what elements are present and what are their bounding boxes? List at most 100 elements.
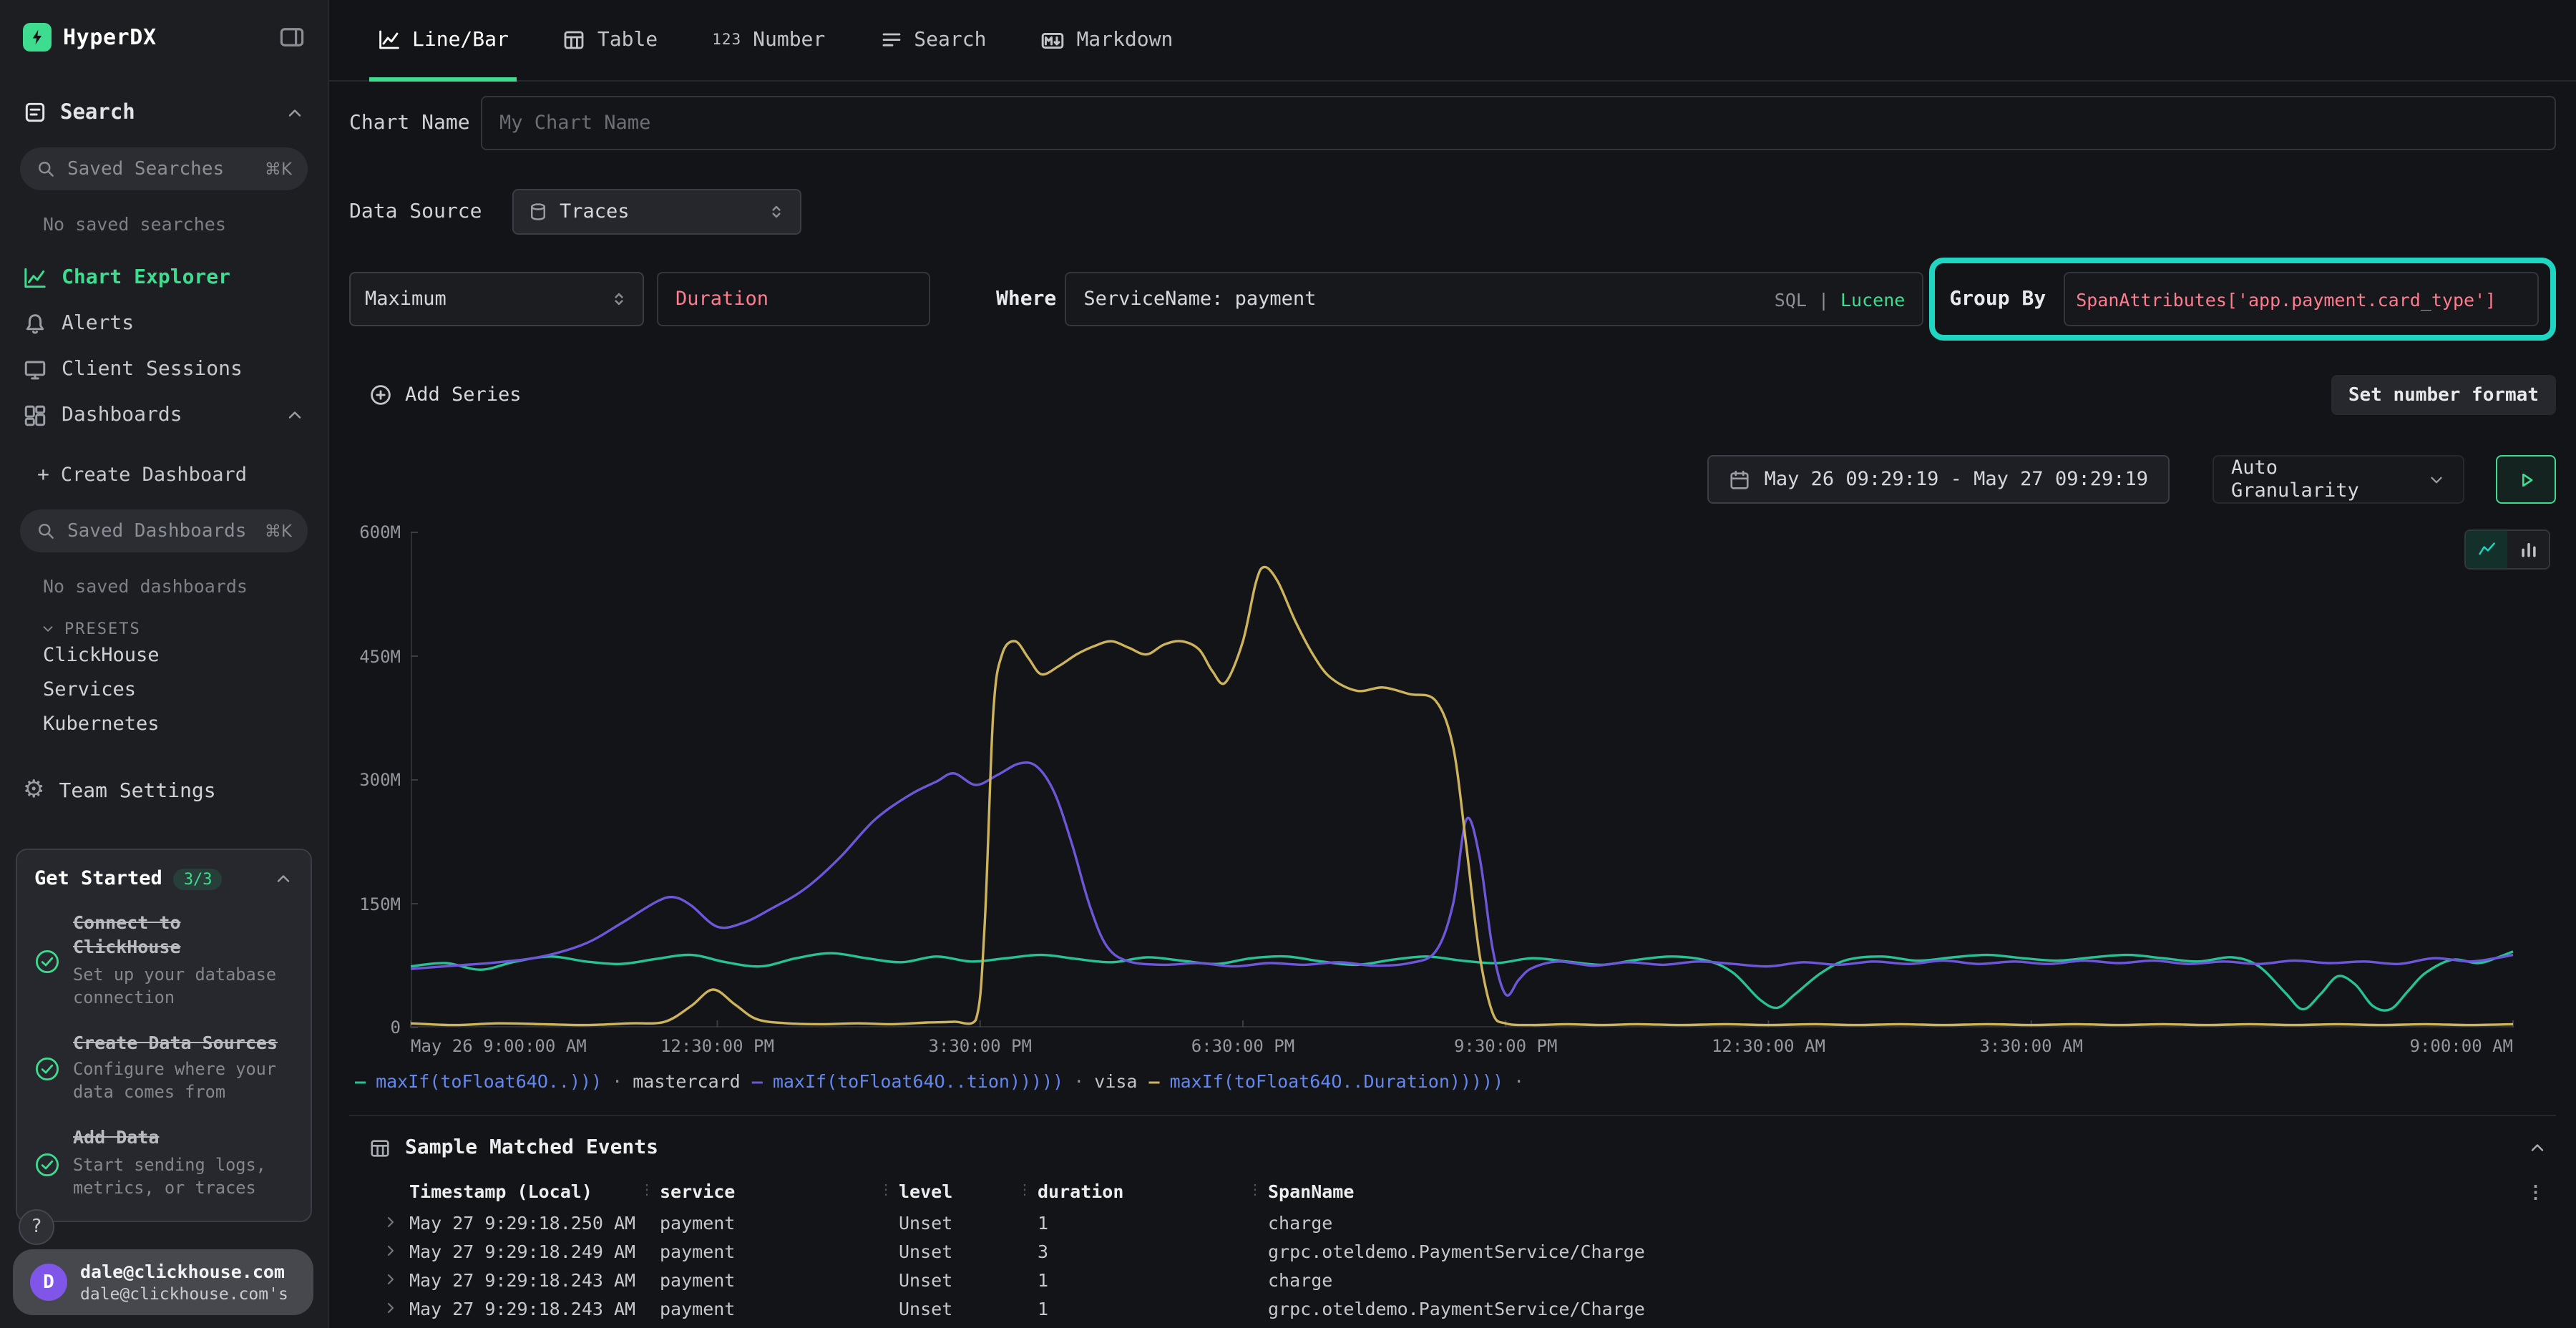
cell-level: Unset <box>899 1297 1038 1319</box>
expand-row-icon[interactable] <box>372 1299 409 1317</box>
tab-search[interactable]: Search <box>871 0 995 80</box>
column-settings-icon[interactable]: ⋮ <box>2504 1180 2556 1201</box>
set-number-format-button[interactable]: Set number format <box>2331 375 2556 415</box>
group-by-input[interactable] <box>2063 272 2539 326</box>
where-search-box[interactable]: SQL | Lucene <box>1065 272 1923 326</box>
sidebar-item-chart-explorer[interactable]: Chart Explorer <box>0 255 328 301</box>
drag-handle-icon[interactable]: ⋮ <box>879 1183 893 1198</box>
tab-line-bar[interactable]: Line/Bar <box>369 0 517 80</box>
group-by-label: Group By <box>1949 288 2046 311</box>
get-started-item-title: Add Data <box>73 1127 293 1151</box>
plus-circle-icon <box>369 384 392 406</box>
tab-markdown[interactable]: Markdown <box>1032 0 1181 80</box>
get-started-item[interactable]: Create Data Sources Configure where your… <box>34 1031 293 1105</box>
x-tick-label: 12:30:00 AM <box>1712 1036 1825 1056</box>
run-query-button[interactable] <box>2496 455 2556 504</box>
tab-number[interactable]: 123 Number <box>703 0 834 80</box>
bar-chart-toggle[interactable] <box>2507 531 2549 568</box>
sidebar-header: HyperDX <box>0 0 328 52</box>
check-circle-icon <box>34 1032 60 1105</box>
get-started-card: Get Started 3/3 Connect to ClickHouse Se… <box>16 849 312 1222</box>
check-circle-icon <box>34 1128 60 1201</box>
y-tick-label: 300M <box>359 770 401 790</box>
column-header-service[interactable]: ⋮service <box>660 1180 899 1201</box>
chart-canvas[interactable] <box>411 532 2513 1027</box>
main-content: Line/Bar Table 123 Number Search <box>329 0 2576 1328</box>
preset-kubernetes[interactable]: Kubernetes <box>0 707 328 741</box>
sidebar-collapse-button[interactable] <box>279 24 305 50</box>
table-row[interactable]: May 27 9:29:18.243 AM payment Unset 1 ch… <box>349 1265 2556 1294</box>
legend-entry[interactable]: — maxIf(toFloat64O..))) · mastercard <box>355 1070 741 1092</box>
sidebar-item-dashboards[interactable]: Dashboards <box>0 392 328 438</box>
column-header-level[interactable]: ⋮level <box>899 1180 1038 1201</box>
cell-timestamp: May 27 9:29:18.243 AM <box>409 1269 660 1290</box>
legend-marker: — <box>1149 1070 1160 1092</box>
x-tick-label: 3:30:00 PM <box>928 1036 1032 1056</box>
column-header-duration[interactable]: ⋮duration <box>1038 1180 1268 1201</box>
where-input[interactable] <box>1083 288 1762 311</box>
data-source-value: Traces <box>560 200 756 223</box>
progress-badge: 3/3 <box>174 868 223 889</box>
sidebar-item-label: Dashboards <box>62 404 182 426</box>
preset-clickhouse[interactable]: ClickHouse <box>0 638 328 673</box>
cell-level: Unset <box>899 1240 1038 1261</box>
get-started-item-title: Create Data Sources <box>73 1031 293 1055</box>
sidebar-item-label: Client Sessions <box>62 358 243 381</box>
search-section-header[interactable]: Search <box>0 100 328 125</box>
chevron-up-icon[interactable] <box>285 405 305 425</box>
brand[interactable]: HyperDX <box>23 23 157 52</box>
cell-spanname: grpc.oteldemo.PaymentService/Charge <box>1268 1297 2504 1319</box>
chart-area: 600M 450M 300M 150M 0 May 26 9:00:00 AM1… <box>349 509 2556 1059</box>
number-123-icon: 123 <box>712 31 741 49</box>
table-row[interactable]: May 27 9:29:18.250 AM payment Unset 1 ch… <box>349 1208 2556 1236</box>
tab-table[interactable]: Table <box>555 0 666 80</box>
drag-handle-icon[interactable]: ⋮ <box>1018 1183 1032 1198</box>
drag-handle-icon[interactable]: ⋮ <box>640 1183 654 1198</box>
preset-services[interactable]: Services <box>0 673 328 707</box>
chevron-up-icon[interactable] <box>285 102 305 122</box>
data-source-select[interactable]: Traces <box>512 189 801 235</box>
tab-label: Table <box>597 29 658 52</box>
lucene-language-toggle[interactable]: Lucene <box>1840 288 1905 310</box>
date-range-value: May 26 09:29:19 - May 27 09:29:19 <box>1765 468 2148 491</box>
chart-name-input[interactable] <box>481 96 2556 150</box>
sample-events-header[interactable]: Sample Matched Events <box>349 1116 2556 1173</box>
granularity-select[interactable]: Auto Granularity <box>2212 455 2464 504</box>
field-input[interactable] <box>657 272 930 326</box>
sql-language-toggle[interactable]: SQL <box>1775 288 1807 310</box>
date-range-picker[interactable]: May 26 09:29:19 - May 27 09:29:19 <box>1707 455 2170 504</box>
create-dashboard-button[interactable]: + Create Dashboard <box>37 464 305 487</box>
expand-row-icon[interactable] <box>372 1214 409 1231</box>
sidebar-item-alerts[interactable]: Alerts <box>0 301 328 346</box>
line-chart-toggle[interactable] <box>2466 531 2507 568</box>
x-tick-label: 12:30:00 PM <box>660 1036 774 1056</box>
get-started-item[interactable]: Connect to ClickHouse Set up your databa… <box>34 912 293 1010</box>
expand-row-icon[interactable] <box>372 1271 409 1288</box>
table-row[interactable]: May 27 9:29:18.249 AM payment Unset 3 gr… <box>349 1236 2556 1265</box>
column-header-spanname[interactable]: ⋮SpanName <box>1268 1180 2504 1201</box>
column-header-timestamp[interactable]: Timestamp (Local) <box>409 1180 660 1201</box>
cell-duration: 1 <box>1038 1269 1268 1290</box>
table-row[interactable]: May 27 9:29:18.243 AM payment Unset 1 gr… <box>349 1294 2556 1322</box>
get-started-item[interactable]: Add Data Start sending logs, metrics, or… <box>34 1127 293 1201</box>
aggregation-select[interactable]: Maximum <box>349 272 644 326</box>
collapse-chevron-icon[interactable] <box>2527 1138 2547 1158</box>
sidebar-item-client-sessions[interactable]: Client Sessions <box>0 346 328 392</box>
add-series-button[interactable]: Add Series <box>369 384 522 406</box>
drag-handle-icon[interactable]: ⋮ <box>1248 1183 1262 1198</box>
data-source-label: Data Source <box>349 200 512 223</box>
saved-dashboards-button[interactable]: Saved Dashboards ⌘K <box>20 509 308 552</box>
legend-entry[interactable]: — maxIf(toFloat64O..Duration))))) · <box>1149 1070 1535 1092</box>
presets-toggle[interactable]: PRESETS <box>40 620 305 638</box>
expand-row-icon[interactable] <box>372 1242 409 1259</box>
user-menu[interactable]: D dale@clickhouse.com dale@clickhouse.co… <box>13 1249 313 1315</box>
saved-searches-button[interactable]: Saved Searches ⌘K <box>20 147 308 190</box>
legend-entry[interactable]: — maxIf(toFloat64O..tion))))) · visa <box>752 1070 1138 1092</box>
chevron-down-icon <box>2427 470 2446 489</box>
brand-name: HyperDX <box>63 24 157 50</box>
get-started-item-title: Connect to ClickHouse <box>73 912 293 960</box>
team-settings-link[interactable]: ⚙ Team Settings <box>0 778 328 803</box>
help-button[interactable]: ? <box>19 1209 54 1245</box>
data-source-row: Data Source Traces <box>349 189 2556 235</box>
chevron-up-icon[interactable] <box>273 869 293 889</box>
